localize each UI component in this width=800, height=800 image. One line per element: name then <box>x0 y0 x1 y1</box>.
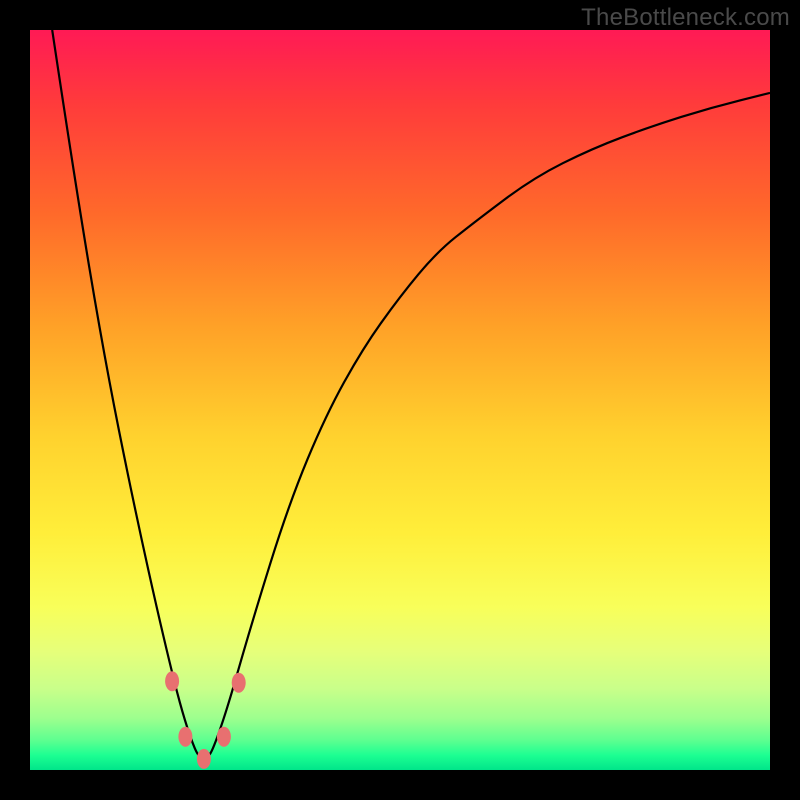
curve-marker <box>217 727 231 747</box>
curve-marker <box>232 673 246 693</box>
watermark-text: TheBottleneck.com <box>581 4 790 32</box>
curve-marker <box>165 671 179 691</box>
bottleneck-curve <box>30 30 770 770</box>
curve-line <box>52 30 770 759</box>
curve-marker <box>178 727 192 747</box>
plot-area <box>30 30 770 770</box>
curve-markers <box>165 671 246 769</box>
curve-marker <box>197 749 211 769</box>
chart-frame: TheBottleneck.com <box>0 0 800 800</box>
